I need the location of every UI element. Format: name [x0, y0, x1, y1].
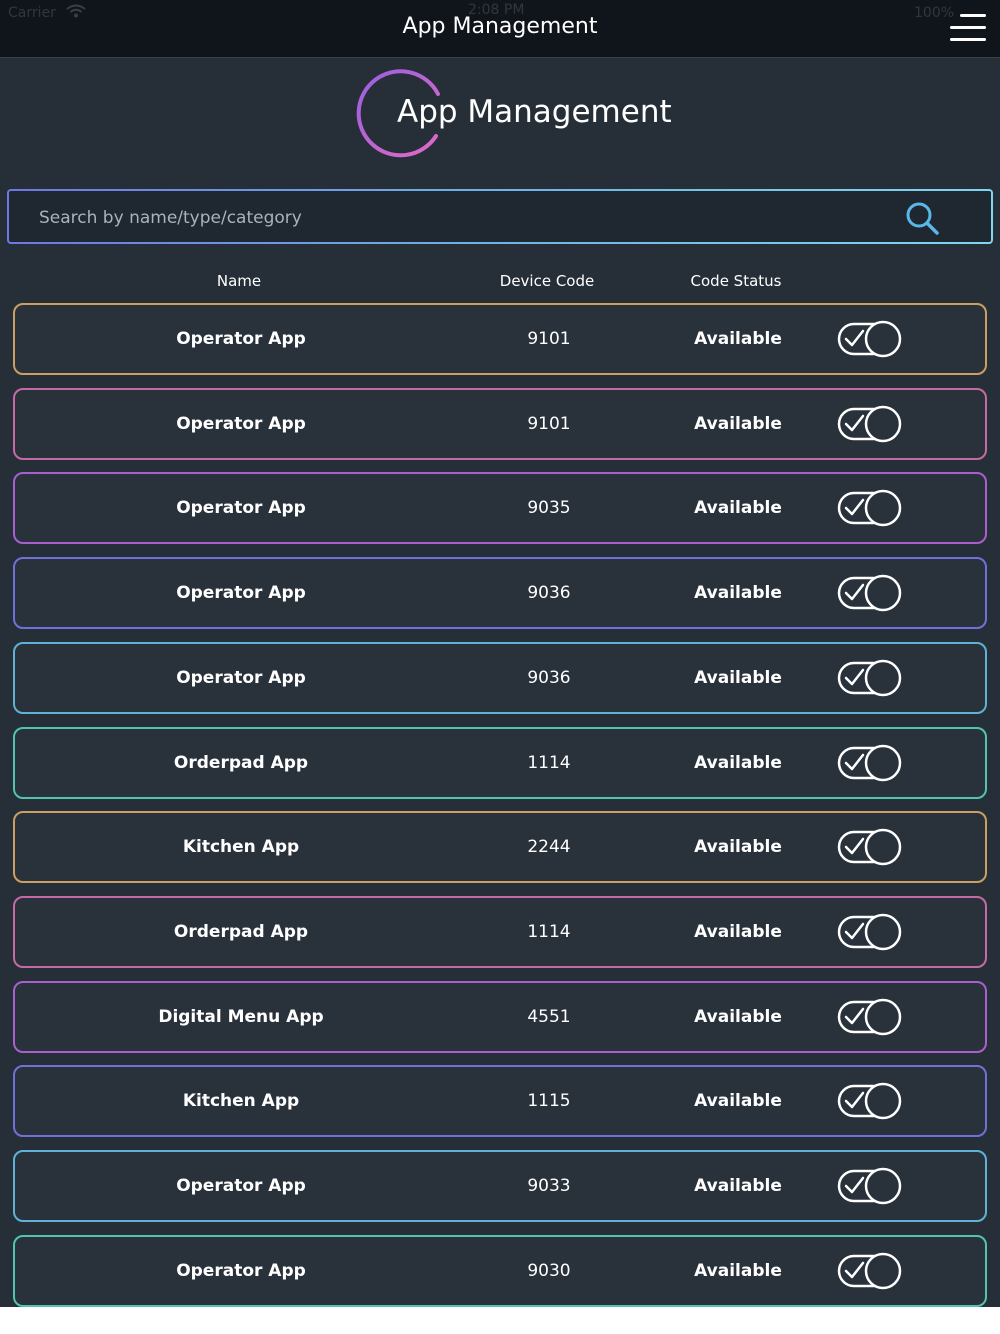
app-name: Digital Menu App	[158, 1006, 324, 1027]
device-code: 9101	[527, 413, 571, 434]
device-code: 9030	[527, 1260, 571, 1281]
toggle-switch-icon[interactable]	[837, 1252, 903, 1290]
table-row[interactable]: Digital Menu App 4551 Available	[13, 980, 987, 1053]
search-input[interactable]	[37, 191, 901, 244]
toggle-switch-icon[interactable]	[837, 405, 903, 443]
toggle-switch-icon[interactable]	[837, 489, 903, 527]
toggle-switch-icon[interactable]	[837, 320, 903, 358]
page-title: App Management	[397, 94, 672, 130]
app-name: Operator App	[176, 1260, 306, 1281]
app-name: Kitchen App	[182, 1091, 300, 1112]
code-status: Available	[694, 413, 782, 434]
table-row[interactable]: Orderpad App 1114 Available	[13, 726, 987, 799]
nav-title: App Management	[402, 14, 598, 39]
app-name: Operator App	[176, 667, 306, 688]
toggle-switch-icon[interactable]	[837, 828, 903, 866]
code-status: Available	[694, 1006, 782, 1027]
toggle-switch-icon[interactable]	[837, 659, 903, 697]
code-status: Available	[694, 837, 782, 858]
app-name: Operator App	[176, 583, 306, 604]
table-row[interactable]: Operator App 9036 Available	[13, 641, 987, 714]
app-name: Operator App	[176, 1176, 306, 1196]
column-header-code-status: Code Status	[690, 272, 782, 290]
app-name: Operator App	[176, 413, 306, 434]
code-status: Available	[694, 667, 782, 688]
code-status: Available	[694, 1260, 782, 1281]
table-row[interactable]: Operator App 9036 Available	[13, 557, 987, 630]
toggle-switch-icon[interactable]	[837, 1082, 903, 1120]
toggle-switch-icon[interactable]	[837, 744, 903, 782]
device-code: 9036	[527, 667, 571, 688]
table-row[interactable]: Operator App 9030 Available	[13, 1234, 987, 1307]
navigation-bar: Carrier 2:08 PM 100% App Management	[0, 0, 1000, 58]
code-status: Available	[694, 1176, 782, 1196]
app-name: Operator App	[176, 498, 306, 519]
column-header-device-code: Device Code	[499, 272, 595, 290]
toggle-switch-icon[interactable]	[837, 1167, 903, 1205]
toggle-switch-icon[interactable]	[837, 913, 903, 951]
code-status: Available	[694, 583, 782, 604]
table-row[interactable]: Operator App 9033 Available	[13, 1150, 987, 1222]
code-status: Available	[694, 752, 782, 773]
device-code: 9033	[527, 1176, 571, 1196]
app-screen: Carrier 2:08 PM 100% App Management App …	[0, 0, 1000, 1307]
column-header-name: Name	[216, 272, 262, 290]
table-row[interactable]: Kitchen App 1115 Available	[13, 1065, 987, 1138]
search-icon[interactable]	[904, 200, 940, 236]
device-code: 9101	[527, 329, 571, 349]
app-name: Orderpad App	[173, 921, 309, 942]
table-row[interactable]: Operator App 9101 Available	[13, 303, 987, 375]
hamburger-menu-icon[interactable]	[950, 14, 988, 44]
table-row[interactable]: Orderpad App 1114 Available	[13, 895, 987, 968]
device-code: 9036	[527, 583, 571, 604]
table-row[interactable]: Operator App 9035 Available	[13, 472, 987, 545]
app-name: Orderpad App	[173, 752, 309, 773]
table-row[interactable]: Operator App 9101 Available	[13, 387, 987, 460]
app-name: Kitchen App	[182, 837, 300, 858]
code-status: Available	[694, 1091, 782, 1112]
device-code: 4551	[527, 1006, 571, 1027]
device-code: 1114	[527, 752, 571, 773]
code-status: Available	[694, 498, 782, 519]
search-bar	[7, 189, 993, 244]
table-row[interactable]: Kitchen App 2244 Available	[13, 811, 987, 884]
toggle-switch-icon[interactable]	[837, 574, 903, 612]
app-name: Operator App	[176, 329, 306, 349]
device-code: 9035	[527, 498, 571, 519]
code-status: Available	[694, 921, 782, 942]
device-code: 1115	[527, 1091, 571, 1112]
device-code: 2244	[527, 837, 571, 858]
toggle-switch-icon[interactable]	[837, 998, 903, 1036]
code-status: Available	[694, 329, 782, 349]
device-code: 1114	[527, 921, 571, 942]
